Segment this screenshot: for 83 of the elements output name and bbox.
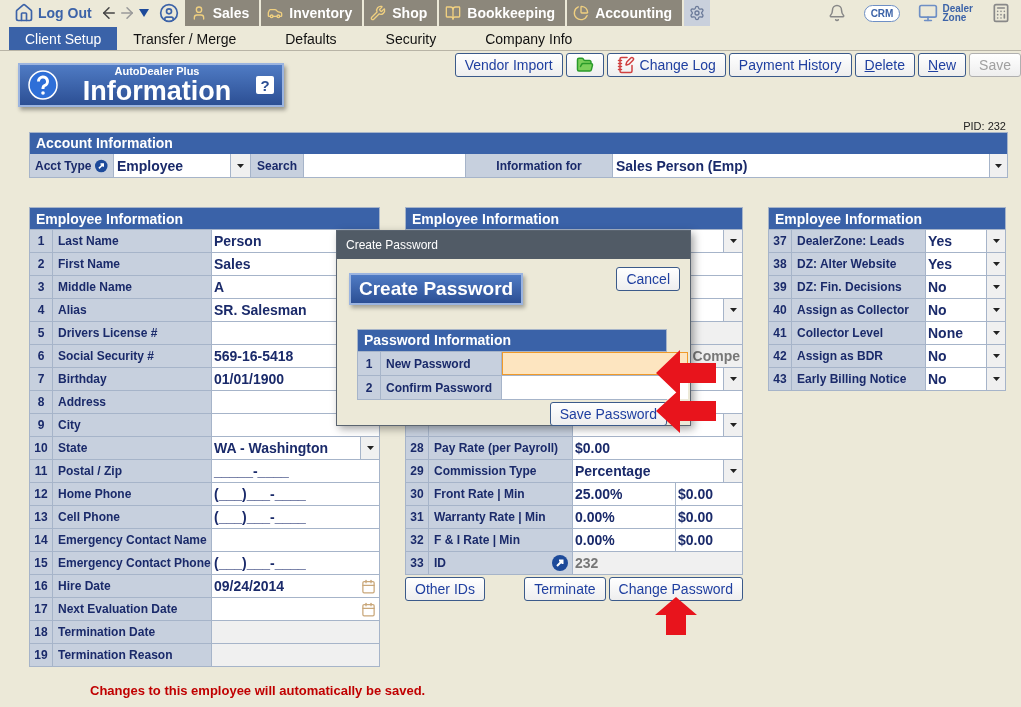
- field-label: Warranty Rate | Min: [428, 505, 573, 529]
- field-label: Commission Type: [428, 459, 573, 483]
- row-number: 29: [405, 459, 429, 483]
- field-label: First Name: [52, 252, 212, 276]
- field-label: Drivers License #: [52, 321, 212, 345]
- field-label: Assign as BDR: [791, 344, 926, 368]
- field-label: Hire Date: [52, 574, 212, 598]
- row-number: 15: [29, 551, 53, 575]
- row-number: 4: [29, 298, 53, 322]
- field-label: Pay Rate (per Payroll): [428, 436, 573, 460]
- field-label: City: [52, 413, 212, 437]
- row-number: 19: [29, 643, 53, 667]
- field-label: Address: [52, 390, 212, 414]
- field-label: Last Name: [52, 229, 212, 253]
- row-number: 38: [768, 252, 792, 276]
- panel-header: Account Information: [30, 133, 1007, 154]
- row-number: 42: [768, 344, 792, 368]
- row-number: 40: [768, 298, 792, 322]
- row-number: 31: [405, 505, 429, 529]
- field-label: ID: [434, 556, 446, 570]
- field-label: Alias: [52, 298, 212, 322]
- field-label: DZ: Alter Website: [791, 252, 926, 276]
- row-number: 3: [29, 275, 53, 299]
- field-label: Front Rate | Min: [428, 482, 573, 506]
- row-number: 41: [768, 321, 792, 345]
- field-label: State: [52, 436, 212, 460]
- banner-title: Information: [82, 76, 232, 105]
- field-label: Next Evaluation Date: [52, 597, 212, 621]
- field-label: Search: [250, 154, 304, 177]
- field-label: Termination Date: [52, 620, 212, 644]
- field-label: Cell Phone: [52, 505, 212, 529]
- panel-header: Employee Information: [405, 207, 743, 230]
- autosave-notice: Changes to this employee will automatically be saved.: [90, 683, 426, 698]
- row-number: 14: [29, 528, 53, 552]
- field-label: Emergency Contact Name: [52, 528, 212, 552]
- row-number: 30: [405, 482, 429, 506]
- row-number: 32: [405, 528, 429, 552]
- row-number: 6: [29, 344, 53, 368]
- row-number: 1: [358, 352, 381, 375]
- field-label: DealerZone: Leads: [791, 229, 926, 253]
- dialog-title: Create Password: [337, 231, 690, 259]
- field-label: Information for: [465, 154, 613, 177]
- row-number: 2: [29, 252, 53, 276]
- field-label: DZ: Fin. Decisions: [791, 275, 926, 299]
- field-label: Early Billing Notice: [791, 367, 926, 391]
- row-number: 5: [29, 321, 53, 345]
- field-label: Confirm Password: [381, 376, 502, 399]
- panel-header: Employee Information: [768, 207, 1006, 230]
- row-number: 1: [29, 229, 53, 253]
- dialog-heading: Create Password: [349, 273, 524, 305]
- field-label: New Password: [381, 352, 502, 375]
- panel-header: Password Information: [358, 330, 666, 351]
- row-number: 8: [29, 390, 53, 414]
- row-number: 16: [29, 574, 53, 598]
- field-label: Emergency Contact Phone: [52, 551, 212, 575]
- row-number: 39: [768, 275, 792, 299]
- field-label: F & I Rate | Min: [428, 528, 573, 552]
- row-number: 18: [29, 620, 53, 644]
- row-number: 7: [29, 367, 53, 391]
- row-number: 11: [29, 459, 53, 483]
- row-number: 12: [29, 482, 53, 506]
- row-number: 9: [29, 413, 53, 437]
- row-number: 33: [405, 551, 429, 575]
- field-label: Middle Name: [52, 275, 212, 299]
- row-number: 37: [768, 229, 792, 253]
- row-number: 17: [29, 597, 53, 621]
- field-label: Postal / Zip: [52, 459, 212, 483]
- banner-subtitle: AutoDealer Plus: [114, 65, 200, 77]
- field-label: Social Security #: [52, 344, 212, 368]
- row-number: 13: [29, 505, 53, 529]
- field-label: Acct Type: [35, 158, 92, 173]
- field-label: Home Phone: [52, 482, 212, 506]
- pid-label: PID: 232: [962, 121, 1007, 132]
- row-number: 10: [29, 436, 53, 460]
- field-label: Collector Level: [791, 321, 926, 345]
- field-label: Assign as Collector: [791, 298, 926, 322]
- panel-header: Employee Information: [29, 207, 380, 230]
- field-label: Termination Reason: [52, 643, 212, 667]
- row-number: 43: [768, 367, 792, 391]
- row-number: 28: [405, 436, 429, 460]
- readonly-field: 232: [572, 551, 743, 575]
- field-label: Birthday: [52, 367, 212, 391]
- row-number: 2: [358, 376, 381, 399]
